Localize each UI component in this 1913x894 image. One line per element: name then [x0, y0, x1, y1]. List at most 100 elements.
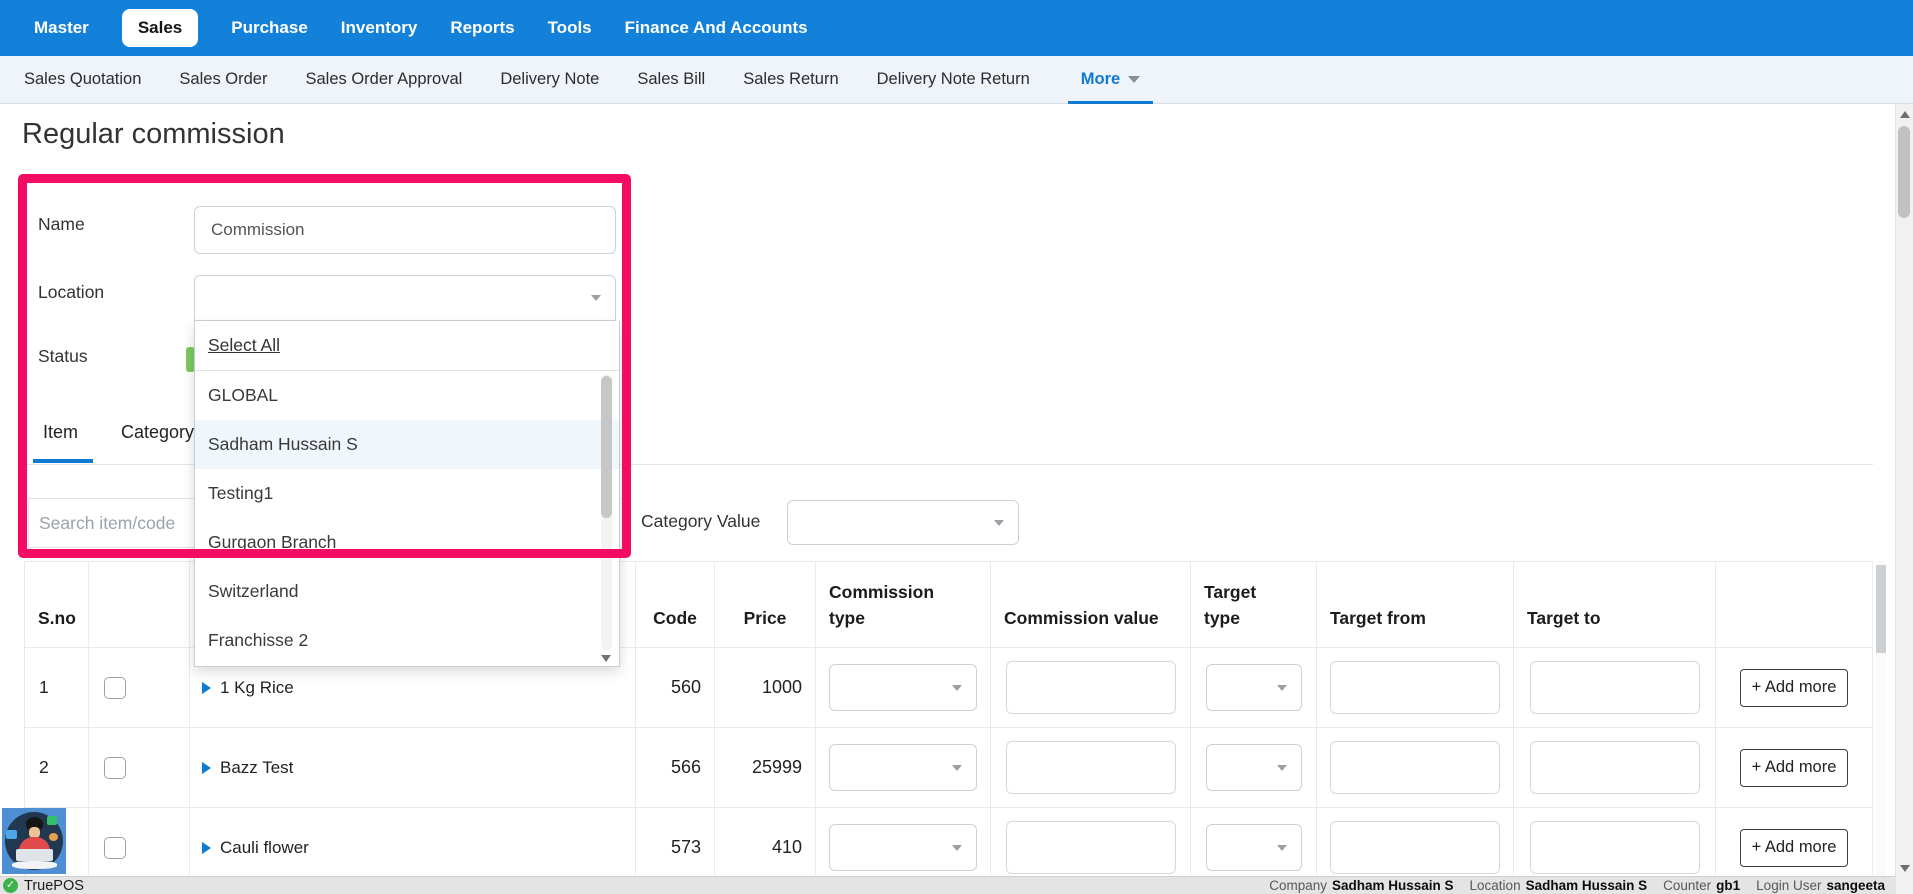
target-type-cell	[1191, 728, 1317, 808]
chevron-down-icon	[1128, 76, 1140, 83]
dropdown-option-franchisse-2[interactable]: Franchisse 2	[195, 616, 619, 665]
dropdown-scrollbar[interactable]	[601, 374, 612, 650]
header-target-type: Target type	[1191, 562, 1317, 648]
target-type-select[interactable]	[1206, 824, 1302, 871]
status-label: Status	[38, 346, 88, 367]
select-all-link[interactable]: Select All	[208, 335, 280, 356]
header-select	[89, 562, 190, 648]
header-commission-type-text: Commission type	[829, 580, 921, 631]
chevron-down-icon	[952, 765, 962, 771]
item-name: Cauli flower	[220, 838, 309, 858]
expand-row-icon[interactable]	[202, 682, 211, 694]
row-checkbox[interactable]	[104, 677, 126, 699]
dropdown-scrollbar-thumb[interactable]	[601, 376, 612, 518]
active-tab-underline	[33, 459, 93, 463]
target-type-select[interactable]	[1206, 744, 1302, 791]
target-from-input[interactable]	[1330, 741, 1500, 794]
brand-name: TruePOS	[24, 878, 84, 894]
target-to-input[interactable]	[1530, 741, 1700, 794]
target-to-input[interactable]	[1530, 821, 1700, 874]
chevron-down-icon	[994, 520, 1004, 526]
counter-label: Counter	[1663, 878, 1711, 893]
commission-type-select[interactable]	[829, 824, 977, 871]
session-info: Company Sadham Hussain S Location Sadham…	[1269, 878, 1895, 893]
top-nav-inventory[interactable]: Inventory	[341, 18, 418, 38]
select-all-row[interactable]: Select All	[195, 321, 619, 371]
brand: TruePOS	[0, 878, 84, 894]
expand-row-icon[interactable]	[202, 842, 211, 854]
tab-item[interactable]: Item	[43, 422, 78, 443]
row-item-cell: Bazz Test	[190, 728, 636, 808]
add-more-button[interactable]: + Add more	[1740, 749, 1848, 787]
sub-nav-delivery-note[interactable]: Delivery Note	[500, 70, 599, 89]
commission-value-input[interactable]	[1006, 821, 1176, 874]
category-value-select[interactable]	[787, 500, 1019, 545]
target-type-select[interactable]	[1206, 664, 1302, 711]
support-mascot[interactable]	[2, 808, 66, 874]
top-nav-master[interactable]: Master	[34, 18, 89, 38]
target-from-input[interactable]	[1330, 821, 1500, 874]
commission-type-select[interactable]	[829, 664, 977, 711]
commission-type-cell	[816, 648, 991, 728]
target-to-cell	[1514, 728, 1716, 808]
page-scrollbar-thumb[interactable]	[1898, 126, 1910, 218]
header-actions	[1716, 562, 1873, 648]
item-name: 1 Kg Rice	[220, 678, 294, 698]
target-to-input[interactable]	[1530, 661, 1700, 714]
chevron-down-icon	[952, 845, 962, 851]
top-nav-reports[interactable]: Reports	[450, 18, 514, 38]
target-type-cell	[1191, 648, 1317, 728]
top-nav-tools[interactable]: Tools	[548, 18, 592, 38]
commission-value-input[interactable]	[1006, 661, 1176, 714]
top-nav-purchase[interactable]: Purchase	[231, 18, 308, 38]
location-select[interactable]	[194, 275, 616, 321]
expand-row-icon[interactable]	[202, 762, 211, 774]
table-scrollbar-thumb[interactable]	[1876, 565, 1886, 653]
location-label: Location	[38, 282, 104, 303]
scroll-down-icon[interactable]	[1900, 865, 1910, 872]
row-code: 560	[636, 648, 715, 728]
page-scrollbar[interactable]	[1895, 104, 1913, 894]
dropdown-option-global[interactable]: GLOBAL	[195, 371, 619, 420]
row-checkbox[interactable]	[104, 757, 126, 779]
table-scrollbar[interactable]	[1876, 561, 1886, 876]
add-more-cell: + Add more	[1716, 648, 1873, 728]
login-user-value: sangeeta	[1826, 878, 1885, 893]
dropdown-option-gurgaon-branch[interactable]: Gurgaon Branch	[195, 518, 619, 567]
check-icon	[3, 878, 18, 893]
commission-value-cell	[991, 728, 1191, 808]
add-more-button[interactable]: + Add more	[1740, 829, 1848, 867]
commission-type-select[interactable]	[829, 744, 977, 791]
laptop-icon	[16, 849, 53, 861]
header-commission-value: Commission value	[991, 562, 1191, 648]
sub-nav-more[interactable]: More	[1068, 56, 1153, 103]
location-info: Location Sadham Hussain S	[1470, 878, 1648, 893]
chat-bubble-icon	[49, 833, 58, 841]
top-nav-sales[interactable]: Sales	[122, 9, 198, 47]
target-from-input[interactable]	[1330, 661, 1500, 714]
sub-nav-sales-quotation[interactable]: Sales Quotation	[24, 70, 141, 89]
scroll-down-icon[interactable]	[601, 655, 611, 662]
sub-nav-sales-return[interactable]: Sales Return	[743, 70, 838, 89]
row-price: 25999	[715, 728, 816, 808]
name-input[interactable]	[194, 206, 616, 254]
sub-nav-sales-order-approval[interactable]: Sales Order Approval	[305, 70, 462, 89]
company-value: Sadham Hussain S	[1332, 878, 1454, 893]
dropdown-option-sadham-hussain-s[interactable]: Sadham Hussain S	[195, 420, 619, 469]
dropdown-option-testing1[interactable]: Testing1	[195, 469, 619, 518]
sub-nav-sales-order[interactable]: Sales Order	[179, 70, 267, 89]
dropdown-option-switzerland[interactable]: Switzerland	[195, 567, 619, 616]
sub-nav-sales-bill[interactable]: Sales Bill	[637, 70, 705, 89]
header-s-no: S.no	[25, 562, 89, 648]
row-checkbox-cell	[89, 648, 190, 728]
commission-value-cell	[991, 648, 1191, 728]
sub-nav-delivery-note-return[interactable]: Delivery Note Return	[877, 70, 1030, 89]
scroll-up-icon[interactable]	[1900, 111, 1910, 118]
add-more-cell: + Add more	[1716, 728, 1873, 808]
commission-value-input[interactable]	[1006, 741, 1176, 794]
company-label: Company	[1269, 878, 1327, 893]
top-nav-finance-and-accounts[interactable]: Finance And Accounts	[625, 18, 808, 38]
add-more-button[interactable]: + Add more	[1740, 669, 1848, 707]
row-checkbox[interactable]	[104, 837, 126, 859]
tab-category[interactable]: Category	[121, 422, 194, 443]
